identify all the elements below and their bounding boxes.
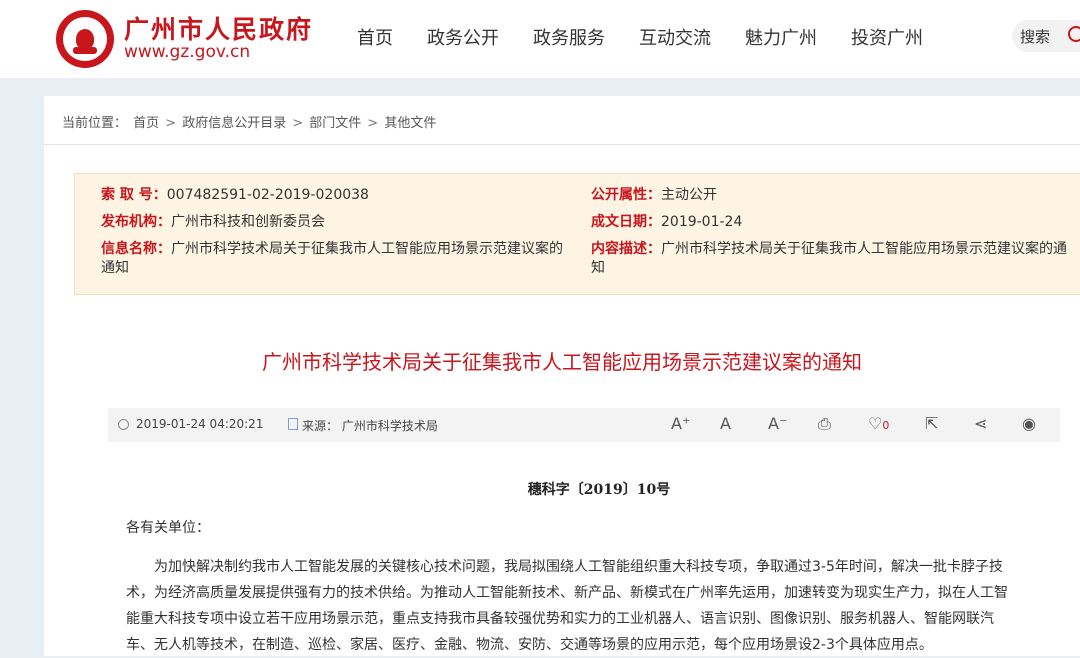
info-publisher-value: 广州市科技和创新委员会: [171, 214, 325, 230]
info-desc-value: 广州市科学技术局关于征集我市人工智能应用场景示范建议案的通知: [591, 241, 1067, 276]
info-date-value: 2019-01-24: [661, 214, 743, 230]
nav-charm-gz[interactable]: 魅力广州: [745, 24, 817, 50]
gov-logo-icon[interactable]: [56, 10, 114, 68]
body-line-2: 术，为经济高质量发展提供强有力的技术供给。为推动人工智能新技术、新产品、新模式在…: [126, 585, 1008, 601]
body-line-1: 为加快解决制约我市人工智能发展的关键核心技术问题，我局拟围绕人工智能组织重大科技…: [154, 559, 1003, 575]
main-content: 当前位置： 首页 > 政府信息公开目录 > 部门文件 > 其他文件 索 取 号：007…: [44, 96, 1080, 656]
site-url[interactable]: www.gz.gov.cn: [124, 42, 250, 62]
nav-gov-services[interactable]: 政务服务: [533, 24, 605, 50]
font-decrease-icon[interactable]: A⁻: [768, 414, 787, 433]
share-icon[interactable]: ⋖: [974, 414, 987, 433]
breadcrumb-other-docs[interactable]: 其他文件: [384, 116, 436, 131]
search-label: 搜索: [1020, 28, 1051, 46]
info-attr: 公开属性：主动公开: [591, 186, 1071, 205]
greeting: 各有关单位：: [126, 520, 210, 536]
info-desc-label: 内容描述：: [591, 241, 661, 257]
info-name: 信息名称：广州市科学技术局关于征集我市人工智能应用场景示范建议案的通知: [101, 240, 571, 278]
heart-icon: ♡: [868, 414, 883, 433]
clock-icon: [118, 419, 129, 430]
info-name-label: 信息名称：: [101, 241, 171, 257]
search-icon: [1068, 26, 1080, 42]
breadcrumb-dept-docs[interactable]: 部门文件: [309, 116, 361, 131]
info-box: 索 取 号：007482591-02-2019-020038 发布机构：广州市科…: [74, 173, 1080, 295]
breadcrumb-sep: >: [292, 116, 304, 131]
info-desc: 内容描述：广州市科学技术局关于征集我市人工智能应用场景示范建议案的通知: [591, 240, 1071, 278]
like-count: 0: [882, 419, 890, 432]
info-index-value: 007482591-02-2019-020038: [166, 187, 369, 203]
breadcrumb-home[interactable]: 首页: [133, 116, 159, 131]
site-title[interactable]: 广州市人民政府: [124, 10, 313, 46]
info-attr-value: 主动公开: [661, 187, 717, 203]
doc-source: 来源： 广州市科学技术局: [302, 419, 438, 433]
view-icon[interactable]: ◉: [1022, 414, 1036, 433]
divider: [44, 144, 1080, 145]
search-button[interactable]: 搜索: [1012, 20, 1080, 52]
article-toolbar: 2019-01-24 04:20:21 来源： 广州市科学技术局 A⁺ A A⁻…: [108, 408, 1060, 442]
font-increase-icon[interactable]: A⁺: [671, 414, 690, 433]
like-button[interactable]: ♡0: [868, 414, 889, 433]
info-index: 索 取 号：007482591-02-2019-020038: [101, 186, 571, 205]
nav-home[interactable]: 首页: [357, 24, 393, 50]
info-date: 成文日期：2019-01-24: [591, 213, 1071, 232]
nav-gov-affairs[interactable]: 政务公开: [427, 24, 499, 50]
site-header: 广州市人民政府 www.gz.gov.cn 首页 政务公开 政务服务 互动交流 …: [0, 0, 1080, 78]
main-nav: 首页 政务公开 政务服务 互动交流 魅力广州 投资广州: [340, 24, 940, 50]
info-publisher-label: 发布机构：: [101, 214, 171, 230]
body-line-3: 能重大科技专项中设立若干应用场景示范，重点支持我市具备较强优势和实力的工业机器人…: [126, 611, 994, 627]
breadcrumb-sep: >: [367, 116, 379, 131]
info-index-label: 索 取 号：: [101, 187, 167, 203]
body-line-4: 车、无人机等技术，在制造、巡检、家居、医疗、金融、物流、安防、交通等场景的应用示…: [126, 637, 933, 653]
info-attr-label: 公开属性：: [591, 187, 661, 203]
doc-title: 广州市科学技术局关于征集我市人工智能应用场景示范建议案的通知: [262, 350, 862, 374]
nav-interaction[interactable]: 互动交流: [639, 24, 711, 50]
publish-datetime: 2019-01-24 04:20:21: [136, 417, 264, 431]
info-date-label: 成文日期：: [591, 214, 661, 230]
info-publisher: 发布机构：广州市科技和创新委员会: [101, 213, 571, 232]
doc-number: 穗科字〔2019〕10号: [527, 482, 671, 498]
info-name-value: 广州市科学技术局关于征集我市人工智能应用场景示范建议案的通知: [101, 241, 563, 276]
breadcrumb-sep: >: [165, 116, 177, 131]
nav-invest-gz[interactable]: 投资广州: [851, 24, 923, 50]
share-box-icon[interactable]: ⇱: [925, 414, 938, 433]
breadcrumb-prefix: 当前位置：: [62, 116, 128, 131]
breadcrumb-info-catalog[interactable]: 政府信息公开目录: [182, 116, 286, 131]
font-normal-icon[interactable]: A: [720, 414, 731, 433]
print-icon[interactable]: ⎙: [818, 414, 831, 434]
document-icon: [288, 418, 298, 430]
breadcrumb: 当前位置： 首页 > 政府信息公开目录 > 部门文件 > 其他文件: [62, 112, 438, 131]
